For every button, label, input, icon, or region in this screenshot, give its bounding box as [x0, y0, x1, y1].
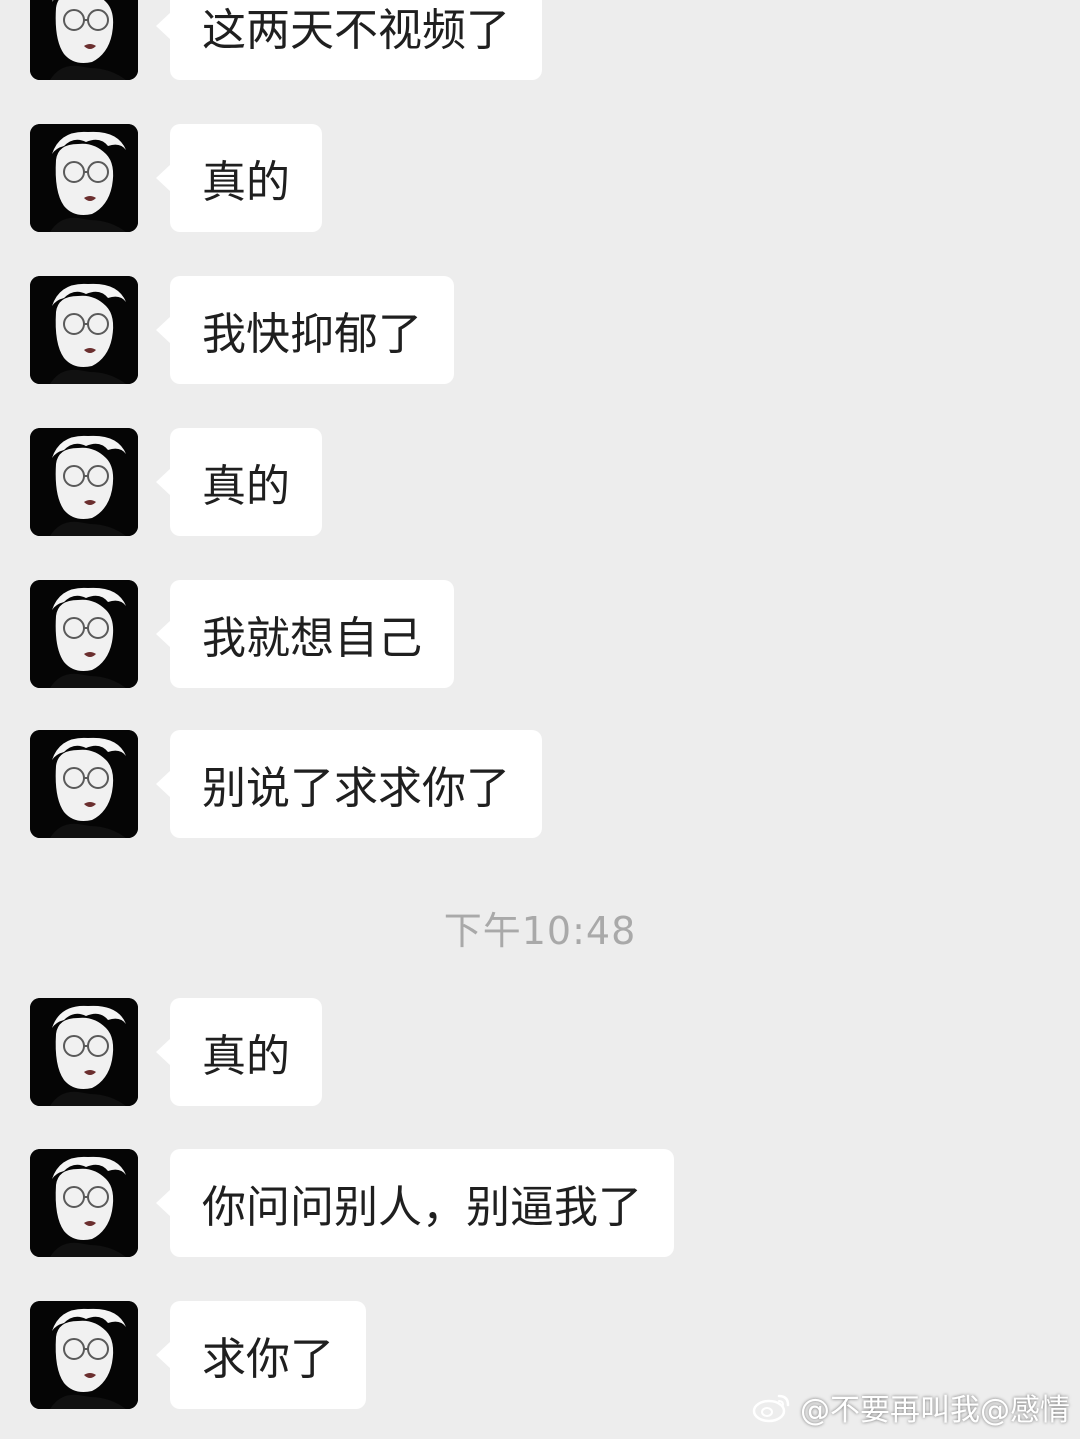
- message-bubble[interactable]: 我就想自己: [156, 580, 454, 688]
- message-bubble[interactable]: 这两天不视频了: [156, 0, 542, 80]
- chat-message: 别说了求求你了: [30, 730, 542, 838]
- sender-avatar[interactable]: [30, 580, 138, 688]
- sender-avatar[interactable]: [30, 276, 138, 384]
- message-bubble[interactable]: 我快抑郁了: [156, 276, 454, 384]
- chat-window: 这两天不视频了 真的 我快抑郁了 真的 我就想自己 别说了求求你了 下午10:4…: [0, 0, 1080, 1439]
- message-bubble[interactable]: 真的: [156, 998, 322, 1106]
- avatar-illustration-icon: [30, 998, 138, 1106]
- message-bubble[interactable]: 别说了求求你了: [156, 730, 542, 838]
- chat-timestamp: 下午10:48: [443, 909, 637, 953]
- message-text: 真的: [202, 1031, 290, 1082]
- chat-message: 真的: [30, 124, 322, 232]
- chat-message: 你问问别人，别逼我了: [30, 1149, 674, 1257]
- message-text: 你问问别人，别逼我了: [202, 1182, 642, 1233]
- avatar-illustration-icon: [30, 1301, 138, 1409]
- sender-avatar[interactable]: [30, 428, 138, 536]
- message-bubble[interactable]: 真的: [156, 124, 322, 232]
- avatar-illustration-icon: [30, 730, 138, 838]
- avatar-illustration-icon: [30, 1149, 138, 1257]
- sender-avatar[interactable]: [30, 1149, 138, 1257]
- message-bubble[interactable]: 求你了: [156, 1301, 366, 1409]
- message-text: 这两天不视频了: [202, 5, 510, 56]
- avatar-illustration-icon: [30, 428, 138, 536]
- message-text: 我就想自己: [202, 613, 422, 664]
- sender-avatar[interactable]: [30, 998, 138, 1106]
- weibo-logo-icon: [752, 1394, 790, 1423]
- sender-avatar[interactable]: [30, 124, 138, 232]
- chat-message: 真的: [30, 998, 322, 1106]
- watermark-text: @不要再叫我@感情: [800, 1393, 1070, 1428]
- message-bubble[interactable]: 真的: [156, 428, 322, 536]
- message-text: 真的: [202, 461, 290, 512]
- message-text: 别说了求求你了: [202, 763, 510, 814]
- sender-avatar[interactable]: [30, 0, 138, 80]
- sender-avatar[interactable]: [30, 730, 138, 838]
- chat-message: 这两天不视频了: [30, 0, 542, 80]
- chat-message: 我就想自己: [30, 580, 454, 688]
- sender-avatar[interactable]: [30, 1301, 138, 1409]
- avatar-illustration-icon: [30, 124, 138, 232]
- chat-message: 真的: [30, 428, 322, 536]
- message-bubble[interactable]: 你问问别人，别逼我了: [156, 1149, 674, 1257]
- message-text: 真的: [202, 157, 290, 208]
- message-text: 我快抑郁了: [202, 309, 422, 360]
- chat-message: 我快抑郁了: [30, 276, 454, 384]
- avatar-illustration-icon: [30, 276, 138, 384]
- chat-message: 求你了: [30, 1301, 366, 1409]
- message-text: 求你了: [202, 1334, 334, 1385]
- weibo-watermark: @不要再叫我@感情: [752, 1385, 1070, 1429]
- avatar-illustration-icon: [30, 580, 138, 688]
- avatar-illustration-icon: [30, 0, 138, 80]
